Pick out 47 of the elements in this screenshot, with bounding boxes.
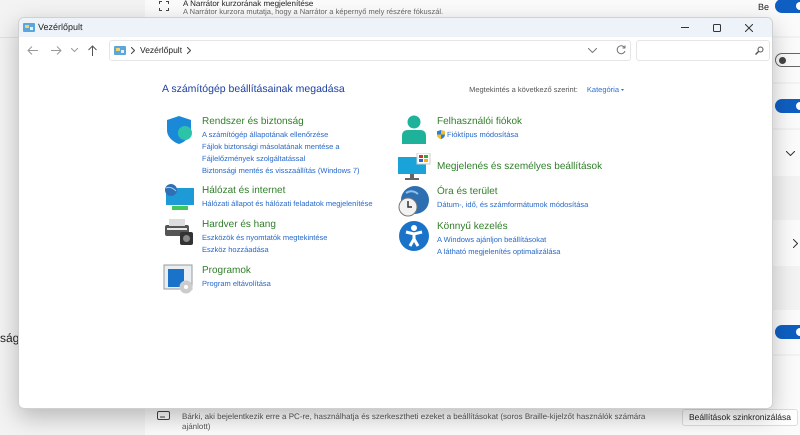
chevron-down-icon — [70, 48, 78, 52]
minimize-icon — [681, 26, 689, 28]
printer-icon — [163, 218, 195, 246]
refresh-icon[interactable] — [616, 45, 626, 55]
breadcrumb-item[interactable]: Vezérlőpult — [140, 44, 182, 56]
category-link[interactable]: Rendszer és biztonság — [202, 114, 387, 129]
search-field[interactable] — [636, 40, 770, 60]
category-link[interactable]: Könnyű kezelés — [437, 220, 560, 234]
category-link[interactable]: Megjelenés és személyes beállítások — [437, 160, 602, 174]
setting-description: Bárki, aki bejelentkezik erre a PC-re, használhatja és szerkesztheti ezeket a beállításokat (soros Braille-kijelzőt használók számára ajánlott) — [182, 412, 646, 432]
program-window-icon — [163, 264, 195, 294]
caret-down-icon — [621, 88, 624, 91]
category-link[interactable]: Hálózat és internet — [202, 184, 373, 198]
sync-settings-button[interactable]: Beállítások szinkronizálása — [682, 409, 798, 426]
category-link[interactable]: Programok — [202, 264, 271, 278]
address-bar[interactable]: Vezérlőpult — [109, 40, 631, 60]
toggle-switch[interactable] — [775, 53, 800, 67]
page-heading: A számítógép beállításainak megadása — [162, 82, 345, 97]
chevron-down-icon[interactable] — [786, 150, 795, 156]
category-link[interactable]: Felhasználói fiókok — [437, 114, 522, 129]
user-icon — [400, 114, 428, 145]
monitor-icon — [397, 152, 431, 181]
control-panel-icon — [23, 23, 35, 32]
accessibility-icon — [398, 220, 430, 252]
category-link[interactable]: Hardver és hang — [202, 218, 328, 232]
cursor-frame-icon — [159, 1, 169, 11]
toggle-switch[interactable] — [775, 325, 800, 339]
back-arrow-icon — [26, 46, 38, 54]
shield-icon — [165, 114, 193, 145]
toggle-state-label: Be — [758, 2, 769, 12]
forward-arrow-icon — [50, 46, 62, 54]
keyboard-icon — [157, 411, 170, 420]
maximize-icon — [713, 24, 721, 32]
up-arrow-icon — [88, 44, 96, 56]
globe-clock-icon — [398, 184, 430, 217]
toggle-switch[interactable] — [775, 0, 800, 13]
search-icon — [755, 46, 764, 54]
close-icon — [745, 24, 753, 32]
setting-title: A Narrátor kurzorának megjelenítése — [183, 0, 314, 8]
window-title: Vezérlőpult — [38, 20, 83, 34]
toggle-switch[interactable] — [775, 99, 800, 113]
chevron-right-icon[interactable] — [187, 46, 192, 54]
chevron-right-icon[interactable] — [131, 46, 135, 54]
control-panel-icon — [114, 46, 126, 54]
category-link[interactable]: Óra és terület — [437, 184, 588, 199]
network-monitor-icon — [163, 184, 195, 212]
chevron-right-icon[interactable] — [793, 238, 798, 248]
